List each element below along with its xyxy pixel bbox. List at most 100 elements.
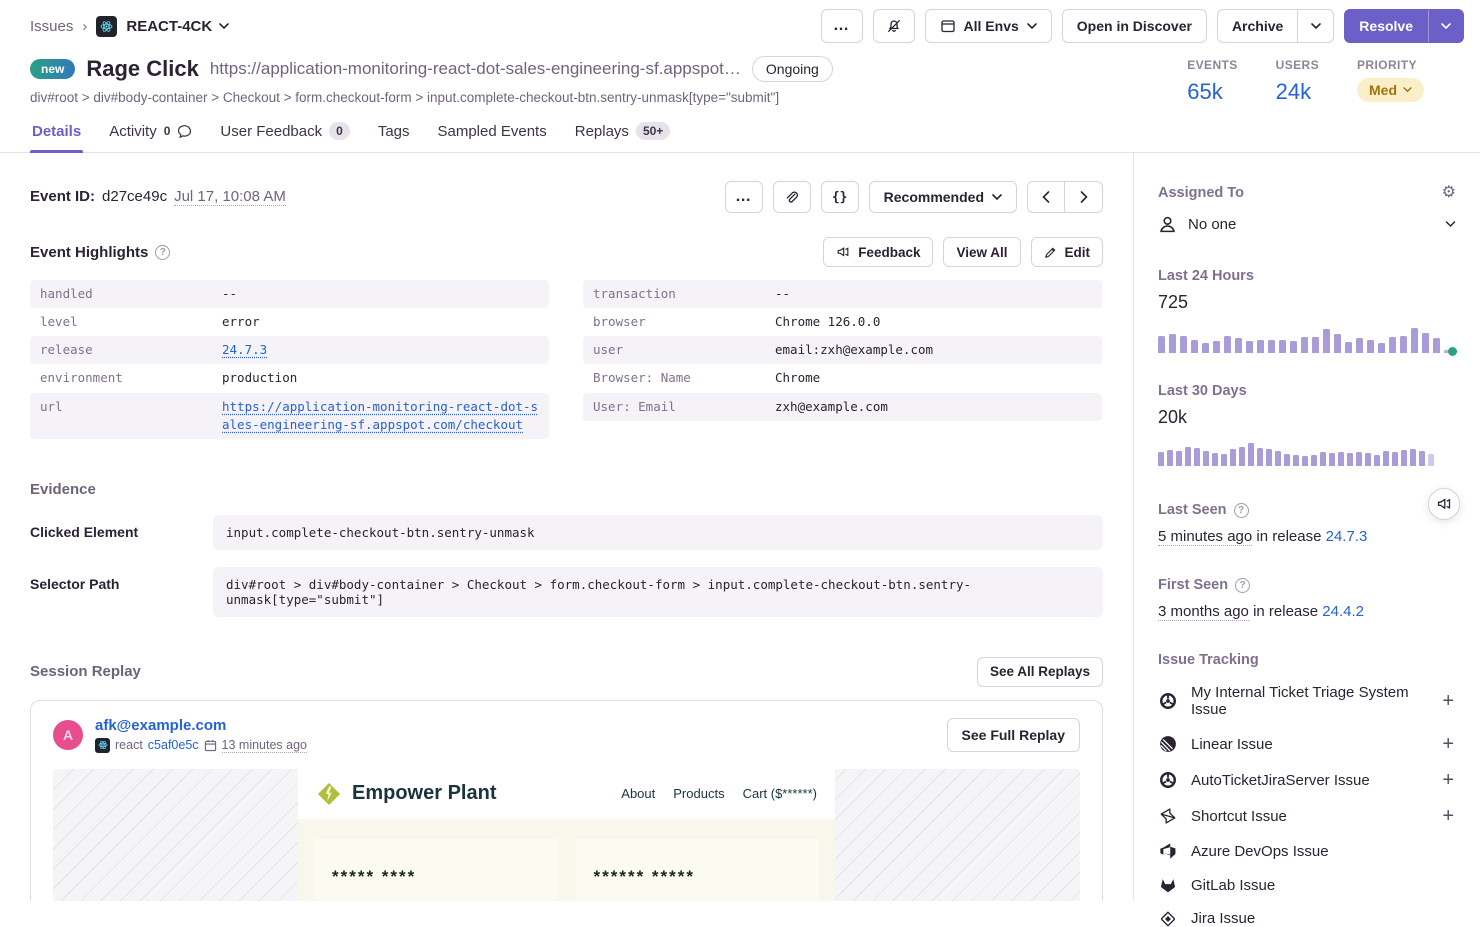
tab-user-feedback[interactable]: User Feedback 0 (218, 113, 351, 152)
chevron-down-icon (1441, 23, 1451, 30)
archive-dropdown-button[interactable] (1298, 9, 1334, 43)
issue-short-id: REACT-4CK (126, 18, 212, 35)
highlight-row: browserChrome 126.0.0 (583, 308, 1102, 336)
add-issue-button[interactable]: + (1440, 734, 1456, 754)
breadcrumb-issues-link[interactable]: Issues (30, 18, 73, 35)
gear-icon[interactable]: ⚙ (1442, 185, 1456, 201)
highlight-row: transaction-- (583, 280, 1102, 308)
issue-tracking-row: Azure DevOps Issue (1158, 842, 1456, 860)
issue-tracking-row: My Internal Ticket Triage System Issue + (1158, 684, 1456, 718)
event-more-button[interactable]: … (725, 181, 763, 213)
issue-short-id-selector[interactable]: REACT-4CK (126, 18, 229, 35)
feedback-button[interactable]: Feedback (823, 237, 933, 267)
shortcut-issue-link[interactable]: Shortcut Issue (1191, 808, 1427, 825)
edit-highlights-button[interactable]: Edit (1031, 237, 1104, 267)
assignee-selector[interactable]: No one (1158, 215, 1456, 234)
breadcrumb-separator-icon: › (82, 18, 87, 35)
help-icon[interactable]: ? (155, 245, 170, 260)
see-all-replays-button[interactable]: See All Replays (977, 657, 1103, 687)
last-30-days-title: Last 30 Days (1158, 383, 1456, 399)
more-actions-button[interactable]: … (821, 9, 863, 43)
linear-issue-link[interactable]: Linear Issue (1191, 736, 1427, 753)
json-view-button[interactable]: {} (821, 181, 859, 213)
resolve-dropdown-button[interactable] (1428, 9, 1464, 43)
see-full-replay-button[interactable]: See Full Replay (947, 718, 1080, 752)
help-icon[interactable]: ? (1235, 578, 1250, 593)
tab-tags[interactable]: Tags (376, 113, 412, 152)
evidence-title: Evidence (30, 481, 1103, 498)
help-icon[interactable]: ? (1234, 503, 1249, 518)
users-stat-label: USERS (1276, 58, 1319, 72)
add-issue-button[interactable]: + (1440, 691, 1456, 711)
braces-icon: {} (832, 190, 848, 205)
last-24-hours-chart[interactable] (1158, 325, 1456, 353)
events-count-link[interactable]: 65k (1187, 79, 1222, 105)
users-count-link[interactable]: 24k (1276, 79, 1311, 105)
event-id-value: d27ce49c (102, 188, 167, 205)
ongoing-status-badge: Ongoing (752, 56, 833, 82)
next-event-button[interactable] (1065, 181, 1103, 213)
priority-selector[interactable]: Med (1357, 78, 1424, 102)
archive-button[interactable]: Archive (1217, 9, 1298, 43)
replay-user-link[interactable]: afk@example.com (95, 717, 307, 734)
last-30-days-section: Last 30 Days 20k (1158, 383, 1456, 466)
resolve-button[interactable]: Resolve (1344, 9, 1428, 43)
chevron-down-icon (1445, 221, 1456, 228)
megaphone-icon (1436, 496, 1452, 512)
event-selector-dropdown[interactable]: Recommended (869, 181, 1017, 213)
add-issue-button[interactable]: + (1440, 806, 1456, 826)
attachments-button[interactable] (773, 181, 811, 213)
replay-nav-products: Products (673, 786, 724, 801)
top-actions: … All Envs Open in Discover Archive Reso… (821, 9, 1464, 43)
last-seen-release-link[interactable]: 24.7.3 (1326, 528, 1368, 545)
last-24-hours-count: 725 (1158, 292, 1456, 313)
megaphone-icon (836, 245, 850, 259)
react-platform-icon (96, 16, 117, 37)
previous-event-button[interactable] (1027, 181, 1065, 213)
event-actions: … {} Recommended (725, 181, 1103, 213)
jira-server-issue-link[interactable]: AutoTicketJiraServer Issue (1191, 772, 1427, 789)
jira-icon (1158, 911, 1178, 927)
event-pager (1027, 181, 1103, 213)
events-stat: EVENTS 65k (1187, 58, 1237, 105)
view-all-button[interactable]: View All (943, 237, 1020, 267)
open-in-discover-button[interactable]: Open in Discover (1062, 9, 1207, 43)
events-stat-label: EVENTS (1187, 58, 1237, 72)
last-24-hours-section: Last 24 Hours 725 (1158, 268, 1456, 353)
event-highlights-title: Event Highlights (30, 244, 148, 261)
jira-issue-link[interactable]: Jira Issue (1191, 910, 1456, 927)
selector-path-label: Selector Path (30, 567, 213, 592)
floating-feedback-button[interactable] (1428, 488, 1460, 520)
last-seen-section: Last Seen ? 5 minutes ago in release 24.… (1158, 502, 1456, 545)
empower-plant-logo-icon (316, 781, 342, 807)
person-icon (1158, 215, 1177, 234)
replay-stage[interactable]: Empower Plant About Products Cart ($****… (53, 769, 1080, 901)
assigned-to-section: Assigned To ⚙ No one (1158, 185, 1456, 234)
first-seen-release-link[interactable]: 24.4.2 (1322, 603, 1364, 620)
tab-sampled-events[interactable]: Sampled Events (436, 113, 549, 152)
first-seen-title: First Seen (1158, 577, 1228, 593)
gitlab-issue-link[interactable]: GitLab Issue (1191, 877, 1456, 894)
tab-details[interactable]: Details (30, 113, 83, 152)
event-navigation-row: Event ID: d27ce49c Jul 17, 10:08 AM … {}… (30, 181, 1103, 213)
environment-selector-label: All Envs (964, 18, 1019, 34)
tab-replays[interactable]: Replays 50+ (573, 113, 673, 152)
new-badge: new (30, 59, 75, 79)
replay-id-link[interactable]: c5af0e5c (148, 738, 199, 752)
evidence-row: Clicked Element input.complete-checkout-… (30, 515, 1103, 550)
main-panel: Event ID: d27ce49c Jul 17, 10:08 AM … {}… (0, 153, 1133, 901)
url-link[interactable]: https://application-monitoring-react-dot… (222, 398, 539, 434)
tab-activity[interactable]: Activity 0 (107, 113, 194, 152)
issue-culprit-url: https://application-monitoring-react-dot… (210, 59, 741, 79)
last-30-days-count: 20k (1158, 407, 1456, 428)
archive-button-group: Archive (1217, 9, 1334, 43)
azure-devops-issue-link[interactable]: Azure DevOps Issue (1191, 843, 1456, 860)
content: Event ID: d27ce49c Jul 17, 10:08 AM … {}… (0, 153, 1480, 901)
environment-selector[interactable]: All Envs (925, 9, 1052, 43)
add-issue-button[interactable]: + (1440, 770, 1456, 790)
release-link[interactable]: 24.7.3 (222, 341, 267, 359)
last-30-days-chart[interactable] (1158, 440, 1456, 466)
mute-notifications-button[interactable] (873, 9, 915, 43)
highlight-row: release24.7.3 (30, 336, 549, 364)
ticket-triage-issue-link[interactable]: My Internal Ticket Triage System Issue (1191, 684, 1427, 718)
